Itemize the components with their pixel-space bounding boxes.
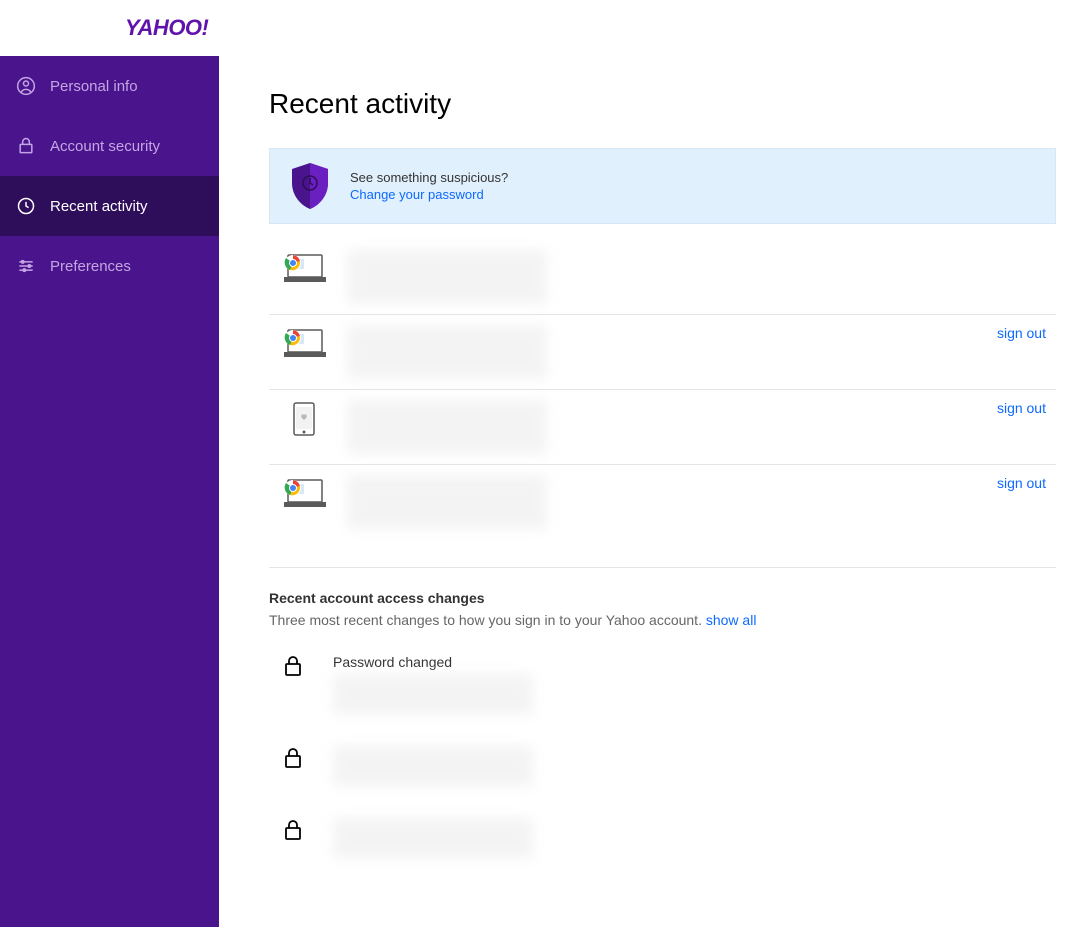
person-icon [16,76,36,96]
change-row [269,738,1056,810]
chrome-laptop-icon [277,327,331,361]
changes-list: Password changed [269,646,1056,882]
iphone-icon [277,402,331,436]
sidebar-item-label: Personal info [50,78,138,95]
sign-out-link[interactable]: sign out [997,400,1046,416]
changes-subtitle: Three most recent changes to how you sig… [269,612,1056,628]
sidebar-item-label: Recent activity [50,198,148,215]
changes-title: Recent account access changes [269,590,1056,606]
session-row[interactable]: sign out [269,314,1056,389]
sidebar-item-label: Account security [50,138,160,155]
sessions-list: sign out sign out sign out [269,240,1056,539]
session-info [347,475,1048,529]
change-text-block [333,818,533,858]
lock-icon [283,748,303,768]
session-row[interactable] [269,240,1056,314]
redacted-text [347,325,547,379]
redacted-text [333,674,533,714]
chrome-laptop-icon [277,252,331,286]
alert-question: See something suspicious? [350,170,508,185]
redacted-text [333,818,533,858]
session-info [347,325,1048,379]
main-content: Recent activity See something suspicious… [219,56,1081,927]
sidebar-item-recent-activity[interactable]: Recent activity [0,176,219,236]
security-alert: See something suspicious? Change your pa… [269,148,1056,224]
redacted-text [347,475,547,529]
redacted-text [333,746,533,786]
changes-section: Recent account access changes Three most… [269,567,1056,882]
redacted-text [347,400,547,454]
yahoo-logo[interactable]: YAHOO! [125,15,208,41]
change-row [269,810,1056,882]
sidebar-item-personal-info[interactable]: Personal info [0,56,219,116]
redacted-text [347,250,547,304]
sign-out-link[interactable]: sign out [997,475,1046,491]
lock-icon [283,820,303,840]
session-info [347,400,1048,454]
shield-icon [288,161,332,211]
sign-out-link[interactable]: sign out [997,325,1046,341]
alert-text-block: See something suspicious? Change your pa… [350,170,508,202]
change-label: Password changed [333,654,533,670]
sidebar-item-label: Preferences [50,258,131,275]
page-title: Recent activity [269,88,1056,120]
lock-icon [283,656,303,676]
change-password-link[interactable]: Change your password [350,187,484,202]
chrome-laptop-icon [277,477,331,511]
lock-icon [16,136,36,156]
show-all-link[interactable]: show all [706,612,757,628]
change-text-block: Password changed [333,654,533,714]
header: YAHOO! [0,0,1081,56]
sidebar-item-account-security[interactable]: Account security [0,116,219,176]
session-info [347,250,1048,304]
session-row[interactable]: sign out [269,389,1056,464]
sidebar-item-preferences[interactable]: Preferences [0,236,219,296]
change-text-block [333,746,533,786]
sidebar: Personal info Account security Recent ac… [0,56,219,927]
session-row[interactable]: sign out [269,464,1056,539]
change-row: Password changed [269,646,1056,738]
clock-icon [16,196,36,216]
sliders-icon [16,256,36,276]
